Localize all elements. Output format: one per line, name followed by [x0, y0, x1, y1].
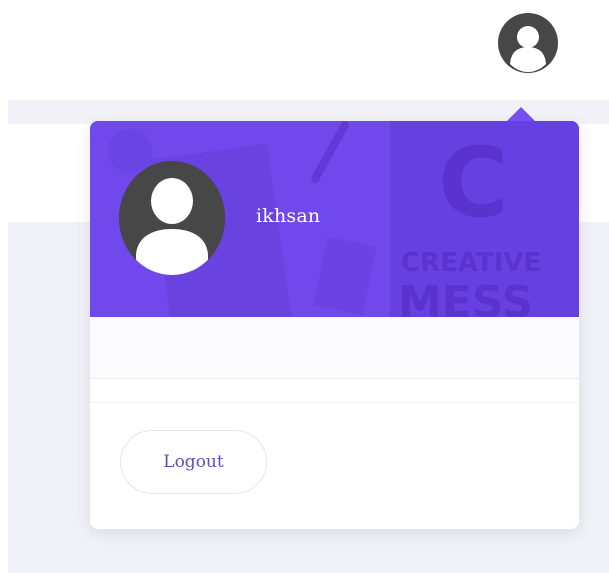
dropdown-menu-section [90, 317, 579, 379]
top-navbar [0, 0, 609, 100]
art-word-mess: MESS [398, 277, 533, 317]
logout-button[interactable]: Logout [120, 430, 267, 494]
user-avatar-icon [498, 13, 558, 73]
dropdown-caret [507, 107, 535, 121]
user-menu-button[interactable] [497, 12, 559, 74]
profile-avatar [119, 161, 225, 275]
art-word-creative: CREATIVE [401, 248, 541, 278]
username-label: ikhsan [256, 205, 321, 227]
art-letter-c: C [438, 127, 508, 239]
dropdown-profile-header: C CREATIVE MESS ikhsan [90, 121, 579, 317]
user-dropdown-menu: C CREATIVE MESS ikhsan Logout [90, 107, 579, 529]
dropdown-divider [90, 402, 579, 403]
page: C CREATIVE MESS ikhsan Logout [0, 0, 609, 573]
user-avatar-icon [119, 161, 225, 275]
